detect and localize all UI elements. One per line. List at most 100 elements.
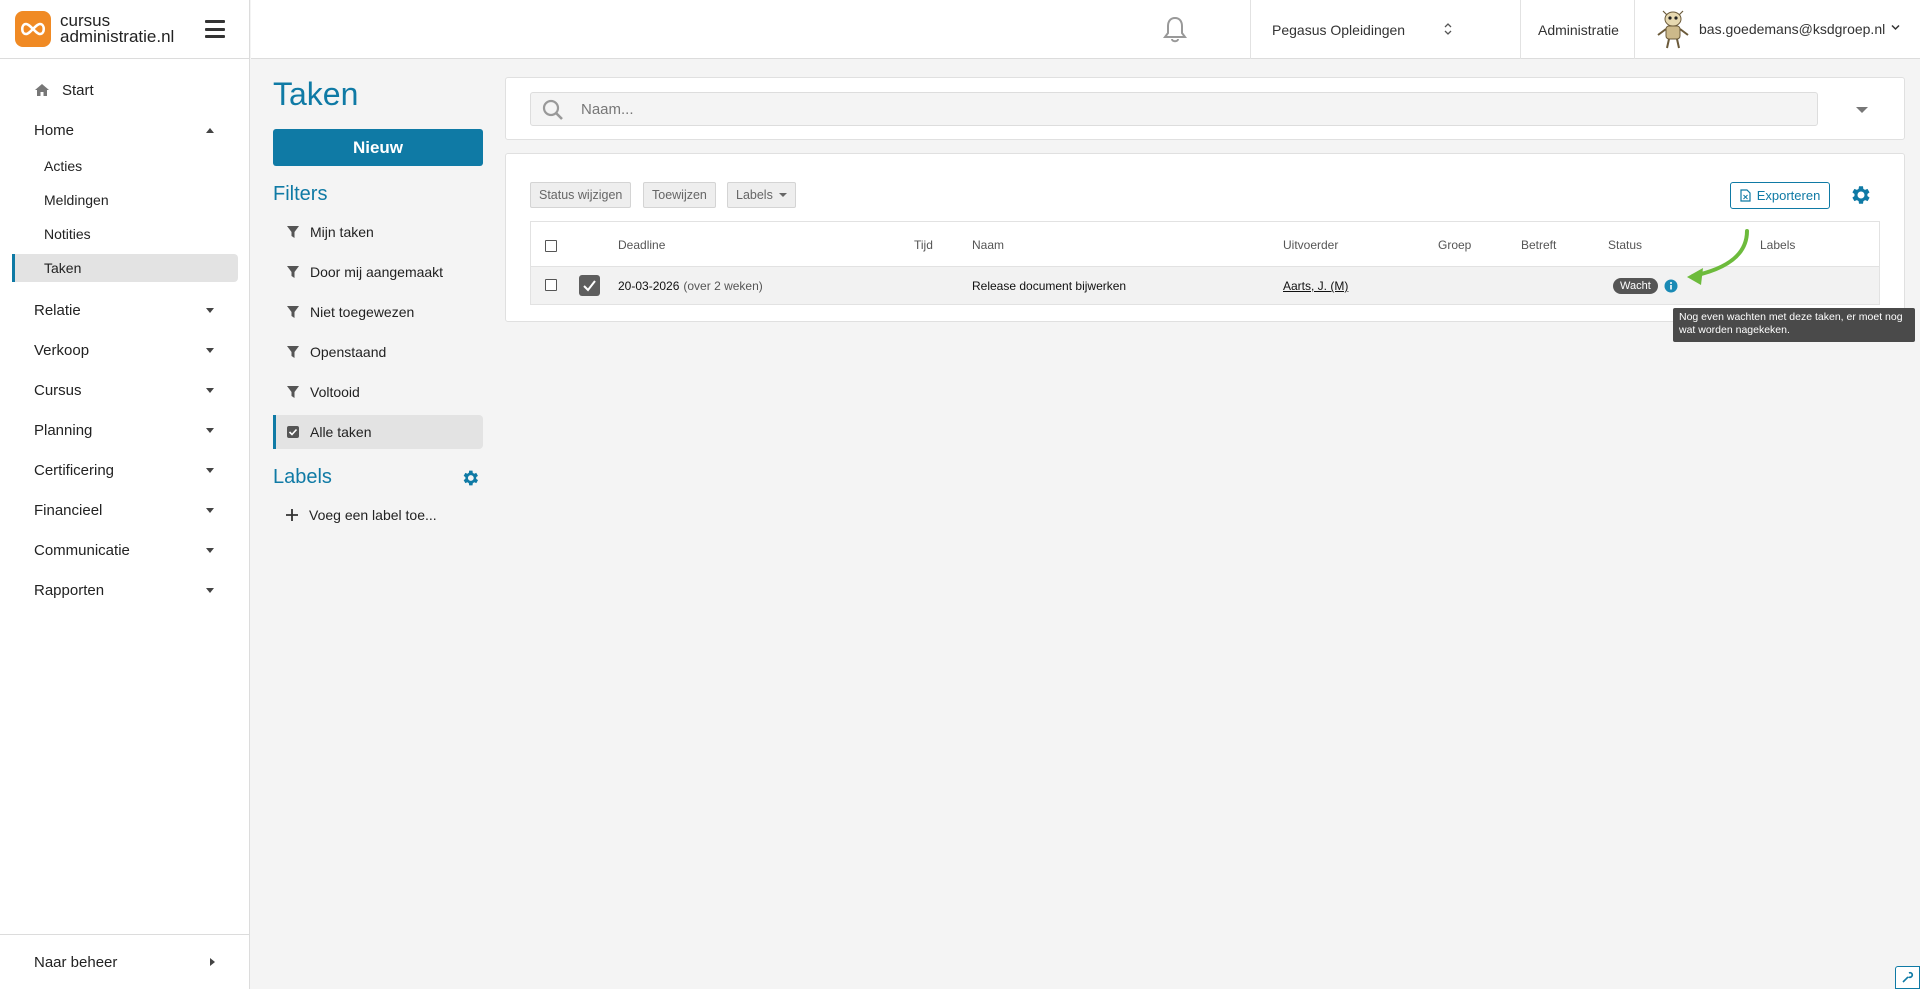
sidebar-item-communicatie[interactable]: Communicatie: [0, 535, 250, 565]
row-select-checkbox[interactable]: [545, 279, 557, 291]
filter-label: Door mij aangemaakt: [310, 264, 444, 280]
deadline-date: 20-03-2026: [618, 279, 680, 293]
chevron-down-icon[interactable]: [1891, 24, 1900, 31]
column-uitvoerder[interactable]: Uitvoerder: [1283, 238, 1338, 252]
administration-label: Administratie: [1538, 21, 1619, 38]
topbar: Pegasus Opleidingen Administratie bas.go…: [251, 0, 1920, 59]
sidebar-item-label: Financieel: [34, 501, 103, 519]
column-status[interactable]: Status: [1608, 238, 1642, 252]
filter-mijn-taken[interactable]: Mijn taken: [273, 215, 483, 249]
deadline-cell: 20-03-2026 (over 2 weken): [618, 279, 763, 293]
sidebar: cursus administratie.nl Start Home Actie…: [0, 0, 250, 989]
info-icon[interactable]: [1664, 279, 1678, 293]
sidebar-item-meldingen[interactable]: Meldingen: [12, 186, 238, 214]
table-header: Deadline Tijd Naam Uitvoerder Groep Betr…: [531, 222, 1879, 267]
brand-logo-icon: [15, 11, 51, 47]
sidebar-item-start[interactable]: Start: [0, 75, 250, 105]
export-button[interactable]: Exporteren: [1730, 182, 1830, 209]
search-icon: [542, 99, 563, 120]
sidebar-item-label: Acties: [44, 158, 83, 174]
filter-alle-taken[interactable]: Alle taken: [273, 415, 483, 449]
sidebar-item-label: Verkoop: [34, 341, 90, 359]
deadline-relative: (over 2 weken): [683, 279, 763, 293]
filter-label: Mijn taken: [310, 224, 374, 240]
sidebar-item-financieel[interactable]: Financieel: [0, 495, 250, 525]
status-badge: Wacht: [1613, 278, 1658, 294]
export-icon: [1740, 189, 1751, 202]
filter-openstaand[interactable]: Openstaand: [273, 335, 483, 369]
sidebar-item-notities[interactable]: Notities: [12, 220, 238, 248]
chevron-down-icon: [206, 507, 214, 513]
tasks-table: Deadline Tijd Naam Uitvoerder Groep Betr…: [530, 221, 1880, 305]
column-groep[interactable]: Groep: [1438, 238, 1471, 252]
sidebar-item-taken[interactable]: Taken: [12, 254, 238, 282]
checkmark-icon: [583, 280, 596, 292]
task-name[interactable]: Release document bijwerken: [972, 279, 1126, 293]
gear-icon[interactable]: [1848, 183, 1872, 207]
add-label-button[interactable]: Voeg een label toe...: [286, 504, 437, 526]
filter-voltooid[interactable]: Voltooid: [273, 375, 483, 409]
administration-link[interactable]: Administratie: [1538, 0, 1619, 59]
filter-label: Voltooid: [310, 384, 360, 400]
button-label: Labels: [736, 188, 773, 202]
sidebar-item-label: Meldingen: [44, 192, 109, 208]
search-input[interactable]: [581, 93, 1801, 125]
user-menu[interactable]: bas.goedemans@ksdgroep.nl: [1699, 21, 1885, 37]
sidebar-item-acties[interactable]: Acties: [12, 152, 238, 180]
chevron-down-icon: [778, 193, 787, 197]
column-deadline[interactable]: Deadline: [618, 238, 665, 252]
executor-link[interactable]: Aarts, J. (M): [1283, 279, 1348, 293]
gear-icon[interactable]: [460, 468, 480, 488]
sidebar-item-rapporten[interactable]: Rapporten: [0, 575, 250, 605]
annotation-arrow-icon: [1687, 229, 1749, 285]
chevron-down-icon[interactable]: [1856, 107, 1868, 113]
sidebar-item-home[interactable]: Home: [0, 115, 250, 145]
avatar[interactable]: [1653, 8, 1693, 50]
filter-icon: [287, 226, 299, 238]
sidebar-item-naar-beheer[interactable]: Naar beheer: [0, 947, 250, 977]
button-label: Exporteren: [1756, 188, 1821, 203]
sidebar-item-certificering[interactable]: Certificering: [0, 455, 250, 485]
menu-icon[interactable]: [205, 20, 225, 38]
column-naam[interactable]: Naam: [972, 238, 1004, 252]
sidebar-item-planning[interactable]: Planning: [0, 415, 250, 445]
change-status-button[interactable]: Status wijzigen: [530, 182, 632, 208]
chevron-down-icon: [206, 587, 214, 593]
sidebar-item-label: Cursus: [34, 381, 82, 399]
brand[interactable]: cursus administratie.nl: [0, 0, 249, 59]
sidebar-item-verkoop[interactable]: Verkoop: [0, 335, 250, 365]
wrench-icon[interactable]: [1895, 966, 1920, 989]
wrench-glyph: [1902, 971, 1914, 983]
chevron-down-icon: [206, 387, 214, 393]
chevron-right-icon: [210, 958, 215, 966]
new-task-button[interactable]: Nieuw: [273, 129, 483, 166]
column-tijd[interactable]: Tijd: [914, 238, 933, 252]
sidebar-item-label: Notities: [44, 226, 91, 242]
search-panel: [505, 77, 1905, 140]
chevron-down-icon: [206, 427, 214, 433]
sidebar-item-label: Relatie: [34, 301, 81, 319]
organisation-select[interactable]: Pegasus Opleidingen: [1250, 0, 1477, 59]
filter-icon: [287, 306, 299, 318]
labels-button[interactable]: Labels: [727, 182, 796, 208]
button-label: Status wijzigen: [539, 188, 623, 202]
sidebar-item-label: Communicatie: [34, 541, 130, 559]
brand-name: cursus administratie.nl: [60, 12, 174, 45]
chevron-up-icon: [206, 127, 214, 133]
sidebar-item-cursus[interactable]: Cursus: [0, 375, 250, 405]
table-row[interactable]: 20-03-2026 (over 2 weken) Release documen…: [531, 267, 1879, 304]
checkbox-icon: [287, 426, 299, 438]
filter-niet-toegewezen[interactable]: Niet toegewezen: [273, 295, 483, 329]
assign-button[interactable]: Toewijzen: [643, 182, 716, 208]
select-all-checkbox[interactable]: [545, 240, 557, 252]
button-label: Toewijzen: [652, 188, 707, 202]
sidebar-item-relatie[interactable]: Relatie: [0, 295, 250, 325]
page-title: Taken: [273, 76, 359, 112]
filter-door-mij-aangemaakt[interactable]: Door mij aangemaakt: [273, 255, 483, 289]
column-betreft[interactable]: Betreft: [1521, 238, 1556, 252]
filter-label: Alle taken: [310, 424, 372, 440]
bell-icon[interactable]: [1159, 14, 1191, 46]
home-icon: [35, 84, 49, 96]
search-box[interactable]: [530, 92, 1818, 126]
complete-task-toggle[interactable]: [579, 275, 600, 296]
